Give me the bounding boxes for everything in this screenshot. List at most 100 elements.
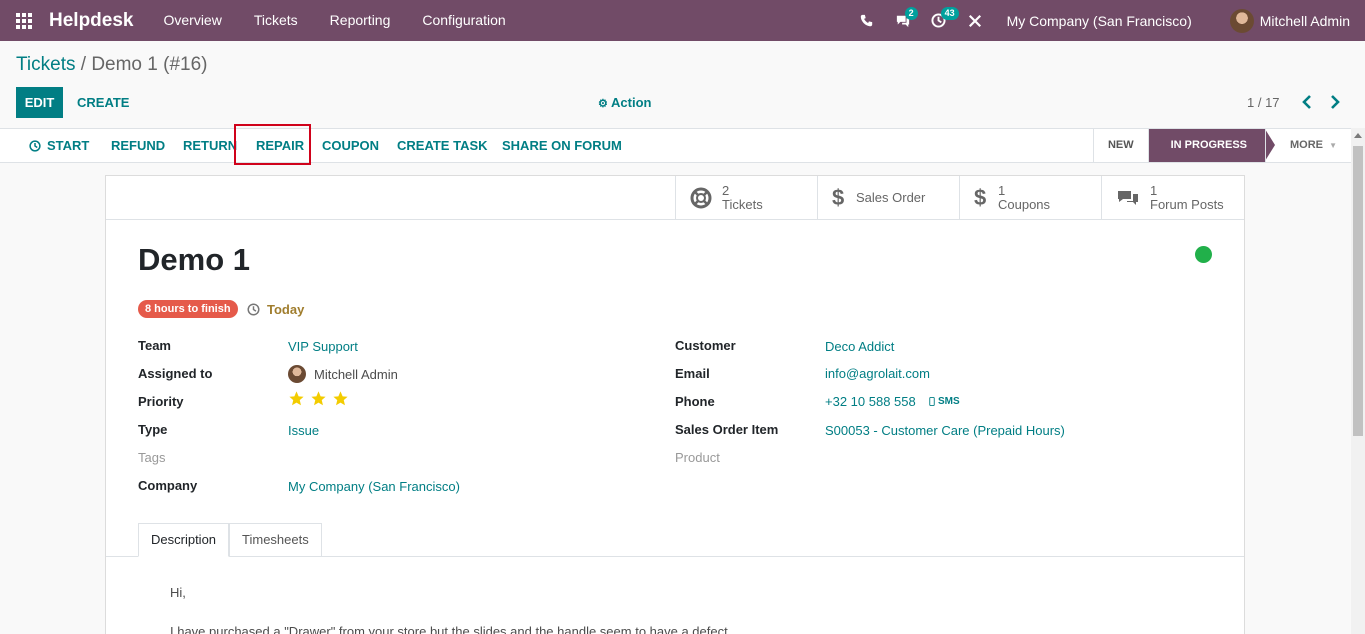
breadcrumb-current: Demo 1 (#16) <box>91 54 208 75</box>
menu-reporting[interactable]: Reporting <box>314 0 407 41</box>
company-switcher[interactable]: My Company (San Francisco) <box>1007 13 1192 29</box>
scroll-thumb[interactable] <box>1353 146 1363 436</box>
create-task-button[interactable]: CREATE TASK <box>397 129 488 162</box>
chevron-left-icon[interactable] <box>1299 94 1315 110</box>
scroll-up-arrow-icon[interactable] <box>1354 133 1362 138</box>
stage-more-dropdown[interactable]: MORE ▼ <box>1265 129 1351 162</box>
type-field[interactable]: Issue <box>288 423 319 438</box>
sales-order-label: Sales Order <box>856 189 926 205</box>
smart-button-forum-posts[interactable]: 1 Forum Posts <box>1101 176 1243 219</box>
pager-value[interactable]: 1 / 17 <box>1247 87 1280 118</box>
tags-label: Tags <box>138 450 166 465</box>
clock-icon <box>29 139 41 152</box>
comments-icon <box>1118 190 1138 205</box>
breadcrumb-tickets[interactable]: Tickets <box>16 54 75 75</box>
due-date: Today <box>247 302 304 317</box>
forum-posts-count: 1 <box>1150 182 1158 198</box>
lifebuoy-icon <box>690 187 712 208</box>
apps-menu-icon[interactable] <box>0 0 48 41</box>
star-icon <box>289 391 304 406</box>
smart-button-coupons[interactable]: $ 1 Coupons <box>959 176 1101 219</box>
customer-field[interactable]: Deco Addict <box>825 339 894 354</box>
stage-pipeline: NEW IN PROGRESS MORE ▼ <box>1092 129 1351 162</box>
page-scrollbar[interactable] <box>1351 128 1365 634</box>
assignee-name: Mitchell Admin <box>314 366 398 382</box>
create-button[interactable]: CREATE <box>77 87 129 118</box>
clock-icon <box>247 303 260 316</box>
customer-label: Customer <box>675 338 736 353</box>
tab-description[interactable]: Description <box>138 523 230 557</box>
kanban-state-indicator[interactable] <box>1195 246 1212 263</box>
activities-icon[interactable]: 43 <box>921 0 959 41</box>
form-sheet: 2 Tickets $ Sales Order $ 1 Coupons 1 Forum… <box>105 175 1245 634</box>
notebook-tabs: Description Timesheets <box>138 523 322 557</box>
stage-in-progress[interactable]: IN PROGRESS <box>1147 129 1276 162</box>
sla-deadline-badge: 8 hours to finish <box>138 300 238 318</box>
messages-icon[interactable]: 2 <box>885 0 921 41</box>
user-menu[interactable]: Mitchell Admin <box>1260 13 1350 29</box>
star-icon <box>333 391 348 406</box>
menu-tickets[interactable]: Tickets <box>238 0 314 41</box>
start-label: START <box>47 138 90 153</box>
assigned-to-label: Assigned to <box>138 366 213 381</box>
phone-icon[interactable] <box>849 0 885 41</box>
top-navbar: Helpdesk Overview Tickets Reporting Conf… <box>0 0 1365 41</box>
company-field[interactable]: My Company (San Francisco) <box>288 479 460 494</box>
priority-stars[interactable] <box>288 390 349 407</box>
coupon-button[interactable]: COUPON <box>322 129 379 162</box>
company-label: Company <box>138 478 198 493</box>
smart-button-tickets[interactable]: 2 Tickets <box>675 176 817 219</box>
ticket-title[interactable]: Demo 1 <box>138 242 250 278</box>
mobile-icon <box>929 397 935 406</box>
team-label: Team <box>138 338 171 353</box>
dollar-icon: $ <box>832 184 845 210</box>
chevron-right-icon[interactable] <box>1327 94 1343 110</box>
email-field[interactable]: info@agrolait.com <box>825 366 930 381</box>
sms-label: SMS <box>938 396 960 407</box>
breadcrumb-separator: / <box>75 54 92 75</box>
refund-button[interactable]: REFUND <box>111 129 165 162</box>
menu-configuration[interactable]: Configuration <box>406 0 521 41</box>
return-button[interactable]: RETURN <box>183 129 237 162</box>
breadcrumb: Tickets / Demo 1 (#16) <box>16 54 207 76</box>
assigned-to-field[interactable]: Mitchell Admin <box>288 365 398 383</box>
action-menu[interactable]: ⚙ Action <box>598 87 651 118</box>
gear-icon: ⚙ <box>598 98 608 110</box>
app-name[interactable]: Helpdesk <box>49 10 133 32</box>
star-icon <box>311 391 326 406</box>
sales-order-item-field[interactable]: S00053 - Customer Care (Prepaid Hours) <box>825 423 1065 438</box>
caret-down-icon: ▼ <box>1329 141 1337 150</box>
assignee-avatar <box>288 365 306 383</box>
start-button[interactable]: START <box>29 129 89 162</box>
forum-posts-label: Forum Posts <box>1150 196 1224 212</box>
menu-overview[interactable]: Overview <box>147 0 237 41</box>
priority-label: Priority <box>138 394 184 409</box>
email-label: Email <box>675 366 710 381</box>
edit-button[interactable]: EDIT <box>16 87 63 118</box>
stage-new[interactable]: NEW <box>1092 129 1148 162</box>
user-avatar[interactable] <box>1229 8 1254 33</box>
description-line-1[interactable]: Hi, <box>170 585 186 600</box>
coupons-label: Coupons <box>998 196 1051 212</box>
messages-badge: 2 <box>904 7 918 20</box>
repair-highlight-box <box>234 124 311 165</box>
share-on-forum-button[interactable]: SHARE ON FORUM <box>502 129 622 162</box>
statusbar: START REFUND RETURN REPAIR COUPON CREATE… <box>0 124 1351 165</box>
sms-button[interactable]: SMS <box>929 396 960 407</box>
team-field[interactable]: VIP Support <box>288 339 358 354</box>
smart-buttons-row: 2 Tickets $ Sales Order $ 1 Coupons 1 Forum… <box>106 176 1244 220</box>
description-line-2[interactable]: I have purchased a "Drawer" from your st… <box>170 624 731 634</box>
tickets-count: 2 <box>722 182 730 198</box>
due-date-text: Today <box>267 302 305 317</box>
debug-tools-icon[interactable] <box>957 0 993 41</box>
tab-timesheets[interactable]: Timesheets <box>229 523 322 557</box>
type-label: Type <box>138 422 168 437</box>
tickets-label: Tickets <box>722 196 763 212</box>
phone-field[interactable]: +32 10 588 558 <box>825 394 916 409</box>
action-label: Action <box>611 95 652 110</box>
sales-order-item-label: Sales Order Item <box>675 422 779 437</box>
dollar-icon: $ <box>974 184 987 210</box>
stage-more-label: MORE <box>1290 139 1324 151</box>
smart-button-sales-order[interactable]: $ Sales Order <box>817 176 959 219</box>
coupons-count: 1 <box>998 182 1006 198</box>
